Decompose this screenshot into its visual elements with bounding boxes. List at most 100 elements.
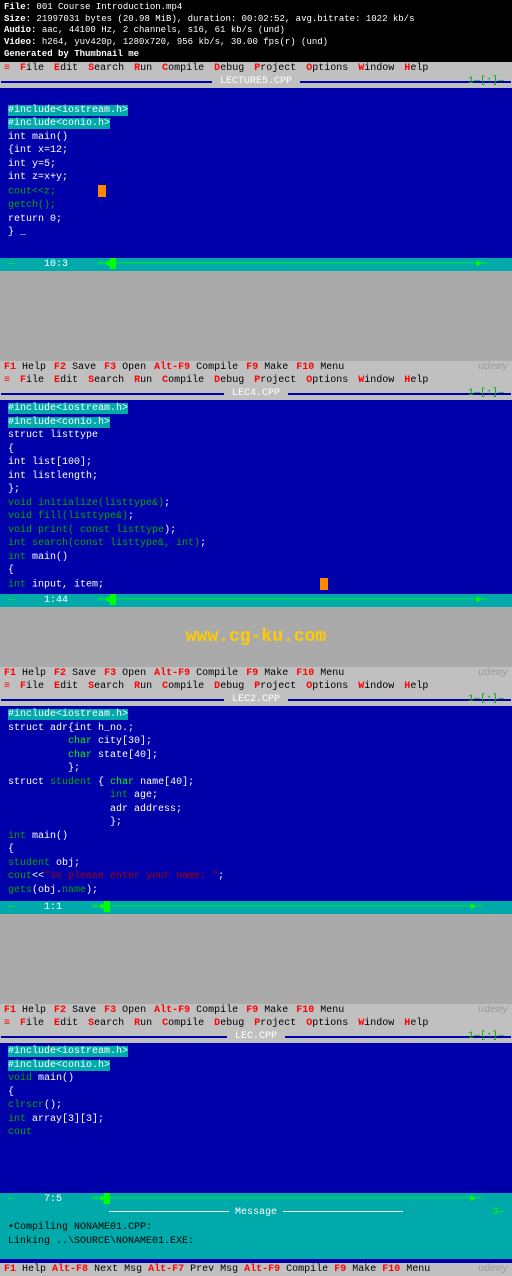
help-bar: F1 Help F2 Save F3 Open Alt-F9 Compile F… [0,1004,512,1017]
menu-help[interactable]: Help [404,375,428,386]
system-menu-icon[interactable]: ≡ [4,1018,10,1029]
menu-edit[interactable]: Edit [54,1018,78,1029]
menu-debug[interactable]: Debug [214,1018,244,1029]
f1-key[interactable]: F1 [4,1264,16,1275]
code-editor[interactable]: #include<iostream.h> #include<conio.h> s… [0,400,512,594]
menu-run[interactable]: Run [134,1018,152,1029]
scroll-indicator-icon[interactable]: ═◄█─────────────────────────────────────… [92,902,482,913]
menu-options[interactable]: Options [306,63,348,74]
f9-key[interactable]: F9 [246,362,258,373]
menu-compile[interactable]: Compile [162,63,204,74]
f9-key[interactable]: F9 [334,1264,346,1275]
menu-bar[interactable]: ≡ File Edit Search Run Compile Debug Pro… [0,680,512,693]
filename: LEC4.CPP [224,388,288,399]
menu-project[interactable]: Project [254,375,296,386]
message-line: •Compiling NONAME01.CPP: [8,1222,152,1233]
f10-key[interactable]: F10 [296,668,314,679]
menu-window[interactable]: Window [358,375,394,386]
code-line: #include<conio.h> [8,118,110,129]
scroll-indicator-icon[interactable]: ═◄█─────────────────────────────────────… [92,1194,482,1205]
menu-bar[interactable]: ≡ File Edit Search Run Compile Debug Pro… [0,374,512,387]
cursor-position: 7:5 [44,1194,62,1205]
menu-debug[interactable]: Debug [214,681,244,692]
menu-run[interactable]: Run [134,681,152,692]
scroll-indicator-icon[interactable]: ═◄█─────────────────────────────────────… [98,595,488,606]
f1-key[interactable]: F1 [4,362,16,373]
menu-bar[interactable]: ≡ File Edit Search Run Compile Debug Pro… [0,62,512,75]
menu-edit[interactable]: Edit [54,375,78,386]
f3-label: Open [122,668,146,679]
f9-label: Make [264,362,288,373]
menu-search[interactable]: Search [88,63,124,74]
audio-label: Audio: [4,25,36,35]
menu-window[interactable]: Window [358,63,394,74]
message-area[interactable]: •Compiling NONAME01.CPP: Linking ..\SOUR… [0,1219,512,1259]
system-menu-icon[interactable]: ≡ [4,681,10,692]
code-editor[interactable]: #include<iostream.h> #include<conio.h> v… [0,1043,512,1193]
menu-project[interactable]: Project [254,681,296,692]
help-bar: F1 Help F2 Save F3 Open Alt-F9 Compile F… [0,361,512,374]
menu-run[interactable]: Run [134,63,152,74]
menu-help[interactable]: Help [404,681,428,692]
menu-file[interactable]: File [20,681,44,692]
system-menu-icon[interactable]: ≡ [4,375,10,386]
menu-window[interactable]: Window [358,1018,394,1029]
menu-options[interactable]: Options [306,681,348,692]
menu-compile[interactable]: Compile [162,375,204,386]
menu-debug[interactable]: Debug [214,63,244,74]
menu-file[interactable]: File [20,1018,44,1029]
f9-key[interactable]: F9 [246,668,258,679]
menu-project[interactable]: Project [254,1018,296,1029]
f3-key[interactable]: F3 [104,362,116,373]
f10-key[interactable]: F10 [382,1264,400,1275]
menu-bar[interactable]: ≡ File Edit Search Run Compile Debug Pro… [0,1017,512,1030]
f3-key[interactable]: F3 [104,1005,116,1016]
code-editor[interactable]: #include<iostream.h> #include<conio.h> i… [0,88,512,258]
f1-label: Help [22,1005,46,1016]
filename: LEC.CPP [227,1031,285,1042]
f1-key[interactable]: F1 [4,668,16,679]
f1-label: Help [22,1264,46,1275]
menu-search[interactable]: Search [88,681,124,692]
f2-key[interactable]: F2 [54,362,66,373]
f2-key[interactable]: F2 [54,1005,66,1016]
menu-debug[interactable]: Debug [214,375,244,386]
menu-search[interactable]: Search [88,375,124,386]
menu-compile[interactable]: Compile [162,1018,204,1029]
menu-help[interactable]: Help [404,1018,428,1029]
udemy-watermark: udemy [478,1264,508,1275]
f1-key[interactable]: F1 [4,1005,16,1016]
f1-label: Help [22,362,46,373]
menu-edit[interactable]: Edit [54,63,78,74]
menu-edit[interactable]: Edit [54,681,78,692]
altf8-key[interactable]: Alt-F8 [52,1264,88,1275]
system-menu-icon[interactable]: ≡ [4,63,10,74]
menu-file[interactable]: File [20,63,44,74]
f2-key[interactable]: F2 [54,668,66,679]
f10-label: Menu [320,1005,344,1016]
altf9-key[interactable]: Alt-F9 [244,1264,280,1275]
f3-key[interactable]: F3 [104,668,116,679]
altf9-key[interactable]: Alt-F9 [154,1005,190,1016]
altf9-key[interactable]: Alt-F9 [154,668,190,679]
menu-compile[interactable]: Compile [162,681,204,692]
menu-search[interactable]: Search [88,1018,124,1029]
scroll-indicator-icon[interactable]: ═◄█─────────────────────────────────────… [98,259,488,270]
code-line: cout<<z; [8,187,56,198]
f9-key[interactable]: F9 [246,1005,258,1016]
f10-key[interactable]: F10 [296,362,314,373]
menu-help[interactable]: Help [404,63,428,74]
arrow-left-icon: — [8,259,14,270]
window-indicator: 1—[↑]— [468,694,504,705]
menu-options[interactable]: Options [306,375,348,386]
menu-run[interactable]: Run [134,375,152,386]
f10-key[interactable]: F10 [296,1005,314,1016]
code-editor[interactable]: #include<iostream.h> struct adr{int h_no… [0,706,512,901]
menu-window[interactable]: Window [358,681,394,692]
code-line: int main() [8,132,68,143]
menu-file[interactable]: File [20,375,44,386]
altf9-key[interactable]: Alt-F9 [154,362,190,373]
menu-options[interactable]: Options [306,1018,348,1029]
altf7-key[interactable]: Alt-F7 [148,1264,184,1275]
menu-project[interactable]: Project [254,63,296,74]
